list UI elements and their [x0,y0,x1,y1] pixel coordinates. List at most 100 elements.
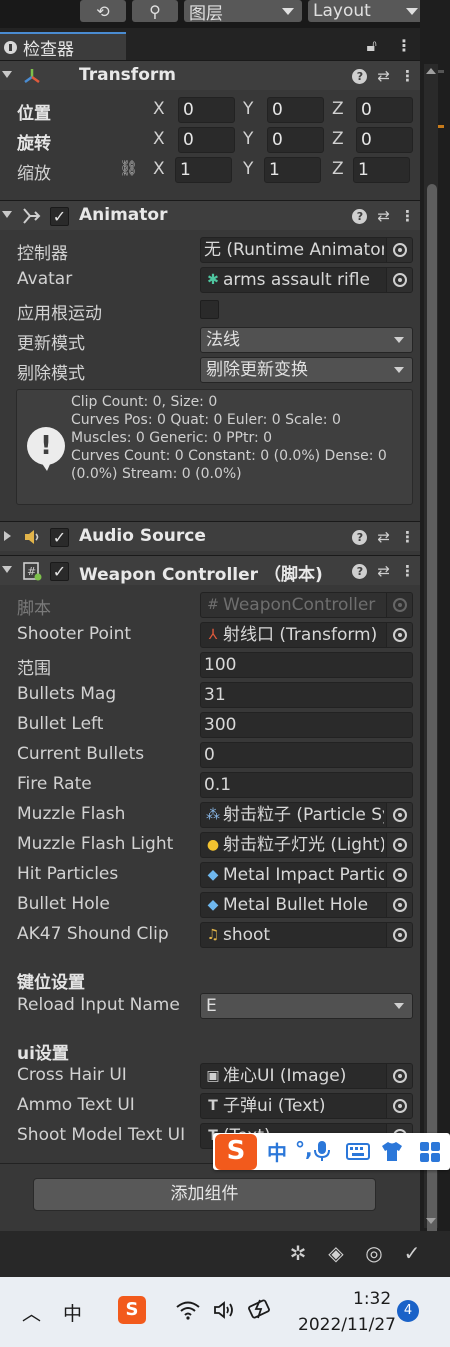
scroll-up-icon[interactable] [426,68,436,74]
menu-icon[interactable]: ⋮ [400,67,415,85]
help-icon[interactable]: ? [352,68,368,84]
object-picker-button[interactable] [386,238,412,262]
notification-badge[interactable]: 4 [397,1300,419,1322]
sogou-logo[interactable]: S [215,1134,257,1170]
lock-icon[interactable]: 🔓︎ [367,36,377,55]
bullet-left-field[interactable]: 300 [200,712,413,738]
apps-icon[interactable] [419,1141,441,1163]
position-y-field[interactable]: 0 [267,97,324,123]
position-x-field[interactable]: 0 [178,97,235,123]
ui-settings-heading: ui设置 [17,1044,69,1064]
foldout-arrow-icon[interactable] [2,71,12,78]
object-picker-button[interactable] [386,833,412,857]
ammo-text-field[interactable]: T 子弹ui (Text) [200,1093,413,1119]
culling-mode-dropdown[interactable]: 剔除更新变换 [200,357,413,383]
ime-punctuation[interactable]: °, [295,1137,313,1161]
menu-icon[interactable]: ⋮ [400,207,415,225]
current-bullets-row: Current Bullets 0 [0,741,420,769]
scroll-down-icon[interactable] [426,1218,436,1224]
clock-time[interactable]: 1:32 [353,1289,391,1309]
object-picker-button[interactable] [386,623,412,647]
range-field[interactable]: 100 [200,652,413,678]
clock-date[interactable]: 2022/11/27 [298,1315,396,1335]
fire-rate-field[interactable]: 0.1 [200,772,413,798]
weapon-controller-enabled-checkbox[interactable]: ✓ [50,562,69,581]
layers-icon[interactable]: ◈ [322,1239,350,1267]
animator-header[interactable]: ✓ Animator ? ⇄ ⋮ [0,200,420,230]
sound-clip-field[interactable]: ♫ shoot [200,922,413,948]
rotation-x-field[interactable]: 0 [178,127,235,153]
inspector-scrollbar[interactable] [424,64,438,1264]
sogou-tray-icon[interactable]: S [118,1296,146,1324]
link-icon[interactable]: ⛓ [119,159,138,177]
preset-icon[interactable]: ⇄ [377,528,390,546]
object-picker-button[interactable] [386,863,412,887]
rotation-z-field[interactable]: 0 [356,127,413,153]
chevron-up-icon[interactable]: ︿ [22,1299,41,1326]
transform-header[interactable]: Transform ? ⇄ ⋮ [0,60,420,90]
ime-chinese-mode[interactable]: 中 [267,1137,287,1166]
preset-icon[interactable]: ⇄ [377,562,390,580]
object-picker-button[interactable] [386,1064,412,1088]
foldout-arrow-icon[interactable] [2,566,12,573]
layers-dropdown[interactable]: 图层 [184,0,302,24]
rotation-y-field[interactable]: 0 [267,127,324,153]
object-picker-button[interactable] [386,803,412,827]
wifi-icon[interactable] [175,1300,201,1320]
info-icon: ! [27,427,65,471]
animator-enabled-checkbox[interactable]: ✓ [50,207,69,226]
preset-icon[interactable]: ⇄ [377,207,390,225]
object-picker-button[interactable] [386,893,412,917]
chevron-down-icon [394,367,404,373]
shirt-icon[interactable] [381,1141,403,1162]
menu-icon[interactable]: ⋮ [400,528,415,546]
current-bullets-field[interactable]: 0 [200,742,413,768]
menu-icon[interactable]: ⋮ [396,36,412,55]
hit-particles-field[interactable]: ◆ Metal Impact Particles [200,862,413,888]
microphone-icon[interactable] [313,1140,331,1162]
shooter-point-field[interactable]: ⅄ 射线口 (Transform) [200,622,413,648]
controller-field[interactable]: 无 (Runtime Animator Controller) [200,237,413,263]
cross-hair-field[interactable]: ▣ 准心UI (Image) [200,1063,413,1089]
menu-icon[interactable]: ⋮ [400,562,415,580]
object-picker-button[interactable] [386,923,412,947]
help-icon[interactable]: ? [352,208,368,224]
help-icon[interactable]: ? [352,529,368,545]
battery-charging-icon[interactable] [247,1297,275,1321]
reload-input-dropdown[interactable]: E [200,993,413,1019]
foldout-arrow-icon[interactable] [2,211,12,218]
history-button[interactable]: ⟲ [80,0,126,22]
check-circle-icon[interactable]: ✓ [398,1239,426,1267]
muzzle-flash-field[interactable]: ⁂ 射击粒子 (Particle System) [200,802,413,828]
position-z-field[interactable]: 0 [356,97,413,123]
keyboard-icon[interactable] [346,1143,370,1160]
scale-z-field[interactable]: 1 [353,157,410,183]
ammo-text-row: Ammo Text UI T 子弹ui (Text) [0,1092,420,1120]
foldout-arrow-icon[interactable] [4,531,11,541]
apply-root-motion-checkbox[interactable] [200,300,219,319]
add-component-button[interactable]: 添加组件 [33,1178,376,1211]
help-icon[interactable]: ? [352,563,368,579]
scale-y-field[interactable]: 1 [264,157,321,183]
text-icon: T [208,1098,218,1114]
ime-language[interactable]: 中 [63,1299,82,1326]
light-probe-icon[interactable]: ◎ [360,1239,388,1267]
scale-x-field[interactable]: 1 [175,157,232,183]
object-picker-button[interactable] [386,1094,412,1118]
debug-bug-icon[interactable]: ✲ [284,1239,312,1267]
update-mode-dropdown[interactable]: 法线 [200,327,413,353]
muzzle-flash-light-field[interactable]: ● 射击粒子灯光 (Light) [200,832,413,858]
preset-icon[interactable]: ⇄ [377,67,390,85]
layout-dropdown[interactable]: Layout [308,0,426,22]
object-picker-button[interactable] [386,268,412,292]
avatar-field[interactable]: ✱ arms assault rifle [200,267,413,293]
bullets-mag-field[interactable]: 31 [200,682,413,708]
scroll-thumb[interactable] [427,184,437,1264]
audio-source-header[interactable]: ✓ Audio Source ? ⇄ ⋮ [0,521,420,551]
bullet-hole-field[interactable]: ◆ Metal Bullet Hole [200,892,413,918]
search-button[interactable]: ⚲ [132,0,178,22]
tab-inspector[interactable]: 检查器 [0,32,126,61]
weapon-controller-header[interactable]: # ✓ Weapon Controller （脚本) ? ⇄ ⋮ [0,555,420,585]
volume-icon[interactable] [213,1300,237,1320]
audio-source-enabled-checkbox[interactable]: ✓ [50,528,69,547]
